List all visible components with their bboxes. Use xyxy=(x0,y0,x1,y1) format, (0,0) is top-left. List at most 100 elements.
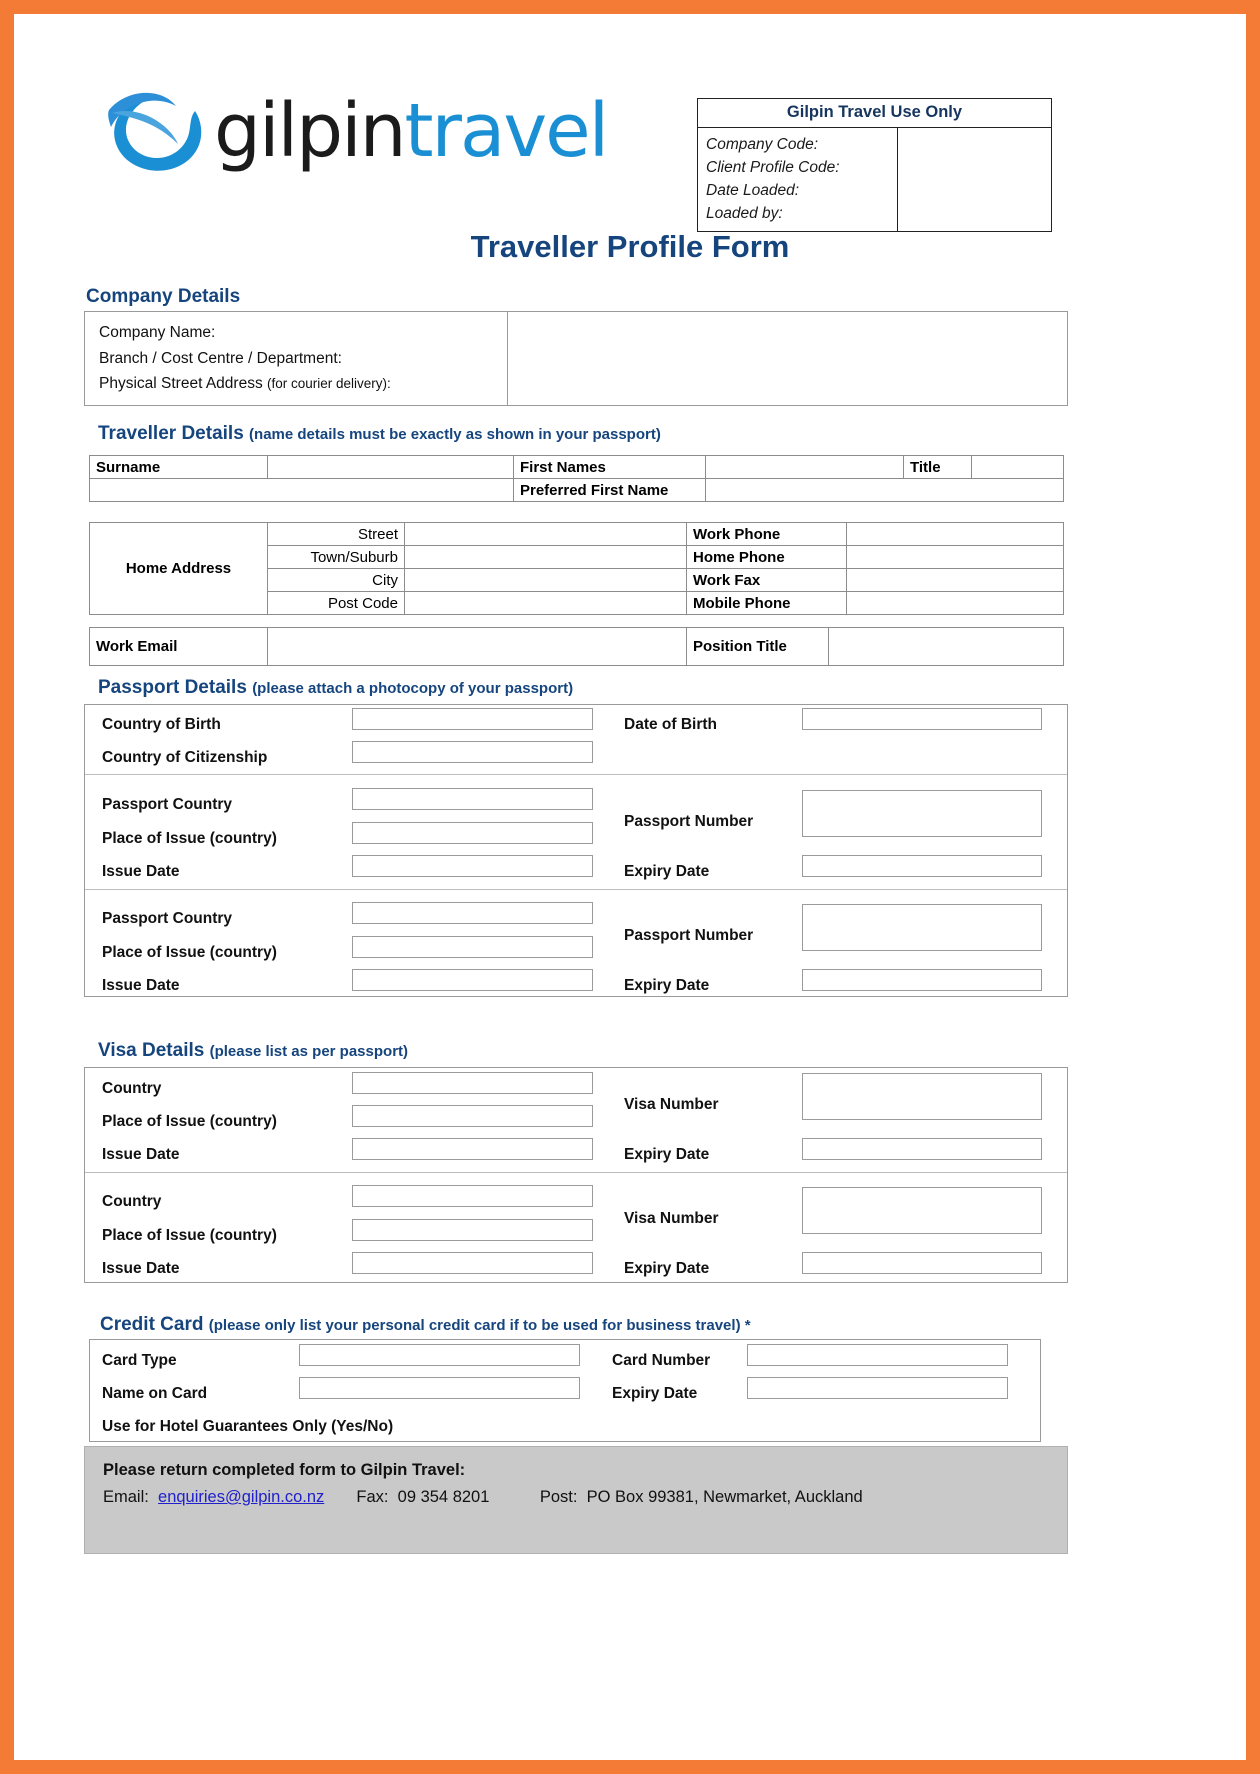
position-title-input[interactable] xyxy=(828,627,1064,666)
country-of-citizenship-input[interactable] xyxy=(352,741,593,763)
footer-contacts: Email: enquiries@gilpin.co.nz Fax: 09 35… xyxy=(103,1488,863,1507)
preferred-first-name-input[interactable] xyxy=(705,478,1064,502)
work-fax-input[interactable] xyxy=(846,568,1064,592)
passport-country-label-1: Passport Country xyxy=(102,796,233,813)
card-type-input[interactable] xyxy=(299,1344,580,1366)
visa-number-label-1: Visa Number xyxy=(624,1096,719,1113)
issue-date-input-2[interactable] xyxy=(352,969,593,991)
page-title: Traveller Profile Form xyxy=(470,229,790,264)
town-suburb-input[interactable] xyxy=(404,545,693,569)
visa-issue-date-label-1: Issue Date xyxy=(102,1146,180,1163)
visa-issue-date-input-1[interactable] xyxy=(352,1138,593,1160)
title-input[interactable] xyxy=(971,455,1064,479)
place-of-issue-label-1: Place of Issue (country) xyxy=(102,830,277,847)
passport-country-input-2[interactable] xyxy=(352,902,593,924)
use-only-label-date-loaded: Date Loaded: xyxy=(706,182,800,199)
work-email-table: Work Email xyxy=(89,627,693,666)
city-label: City xyxy=(267,568,405,592)
country-of-birth-input[interactable] xyxy=(352,708,593,730)
city-input[interactable] xyxy=(404,568,693,592)
first-names-input[interactable] xyxy=(705,455,904,479)
fax-value: 09 354 8201 xyxy=(397,1488,490,1506)
passport-number-input-2[interactable] xyxy=(802,904,1042,951)
use-only-label-client-profile-code: Client Profile Code: xyxy=(706,159,840,176)
post-code-input[interactable] xyxy=(404,591,693,615)
visa-country-label-1: Country xyxy=(102,1080,162,1097)
mobile-phone-input[interactable] xyxy=(846,591,1064,615)
home-address-table: Home Address Street Town/Suburb City Pos… xyxy=(89,522,693,615)
surname-input[interactable] xyxy=(267,455,514,479)
table-row: Position Title xyxy=(686,627,1064,666)
visa-expiry-date-input-1[interactable] xyxy=(802,1138,1042,1160)
card-number-label: Card Number xyxy=(612,1352,711,1369)
post-value: PO Box 99381, Newmarket, Auckland xyxy=(586,1488,863,1506)
email-link[interactable]: enquiries@gilpin.co.nz xyxy=(158,1488,324,1506)
place-of-issue-label-2: Place of Issue (country) xyxy=(102,944,277,961)
use-only-value-area[interactable] xyxy=(898,128,1051,231)
name-on-card-input[interactable] xyxy=(299,1377,580,1399)
visa-place-of-issue-input-2[interactable] xyxy=(352,1219,593,1241)
work-phone-input[interactable] xyxy=(846,522,1064,546)
visa-expiry-date-label-2: Expiry Date xyxy=(624,1260,710,1277)
card-number-input[interactable] xyxy=(747,1344,1008,1366)
physical-street-address-label: Physical Street Address (for courier del… xyxy=(99,375,391,392)
table-row: Home Phone xyxy=(686,545,1064,569)
use-only-labels: Company Code: Client Profile Code: Date … xyxy=(698,128,898,231)
branch-cost-centre-label: Branch / Cost Centre / Department: xyxy=(99,350,342,367)
preferred-first-name-label: Preferred First Name xyxy=(513,478,706,502)
section-heading-passport-details: Passport Details (please attach a photoc… xyxy=(98,677,574,698)
visa-place-of-issue-input-1[interactable] xyxy=(352,1105,593,1127)
use-only-title: Gilpin Travel Use Only xyxy=(698,99,1051,128)
table-row: Work Fax xyxy=(686,568,1064,592)
place-of-issue-input-1[interactable] xyxy=(352,822,593,844)
table-row: Home Address Street xyxy=(89,522,693,615)
visa-issue-date-input-2[interactable] xyxy=(352,1252,593,1274)
passport-number-input-1[interactable] xyxy=(802,790,1042,837)
expiry-date-label-1: Expiry Date xyxy=(624,863,710,880)
visa-country-input-2[interactable] xyxy=(352,1185,593,1207)
place-of-issue-input-2[interactable] xyxy=(352,936,593,958)
section-heading-company-details: Company Details xyxy=(86,286,241,307)
surname-row2-blank[interactable] xyxy=(89,478,514,502)
passport-divider-2 xyxy=(85,889,1067,890)
home-address-label: Home Address xyxy=(89,522,268,615)
work-email-input[interactable] xyxy=(267,627,693,666)
table-row: Preferred First Name xyxy=(89,478,1064,502)
passport-country-input-1[interactable] xyxy=(352,788,593,810)
visa-issue-date-label-2: Issue Date xyxy=(102,1260,180,1277)
logo-wordmark: gilpintravel xyxy=(214,88,610,174)
visa-number-input-1[interactable] xyxy=(802,1073,1042,1120)
expiry-date-input-1[interactable] xyxy=(802,855,1042,877)
use-only-label-loaded-by: Loaded by: xyxy=(706,205,783,222)
date-of-birth-input[interactable] xyxy=(802,708,1042,730)
passport-divider-1 xyxy=(85,774,1067,775)
email-label: Email: xyxy=(103,1488,149,1506)
work-phone-label: Work Phone xyxy=(686,522,847,546)
logo-text-travel: travel xyxy=(404,88,610,174)
fax-label: Fax: xyxy=(356,1488,389,1506)
return-instructions-footer: Please return completed form to Gilpin T… xyxy=(84,1446,1068,1554)
section-heading-traveller-details: Traveller Details (name details must be … xyxy=(98,423,661,444)
card-expiry-date-input[interactable] xyxy=(747,1377,1008,1399)
home-phone-label: Home Phone xyxy=(686,545,847,569)
home-phone-input[interactable] xyxy=(846,545,1064,569)
company-details-input-area[interactable] xyxy=(508,312,1067,405)
visa-place-of-issue-label-1: Place of Issue (country) xyxy=(102,1113,277,1130)
street-input[interactable] xyxy=(404,522,693,546)
position-title-table: Position Title xyxy=(686,627,1064,666)
company-name-label: Company Name: xyxy=(99,324,216,341)
post-label: Post: xyxy=(539,1488,578,1506)
visa-expiry-date-input-2[interactable] xyxy=(802,1252,1042,1274)
work-fax-label: Work Fax xyxy=(686,568,847,592)
table-row: Mobile Phone xyxy=(686,591,1064,615)
use-only-label-company-code: Company Code: xyxy=(706,136,819,153)
visa-number-input-2[interactable] xyxy=(802,1187,1042,1234)
street-label: Street xyxy=(267,522,405,546)
date-of-birth-label: Date of Birth xyxy=(624,716,717,733)
country-of-birth-label: Country of Birth xyxy=(102,716,221,733)
table-row: Surname First Names Title xyxy=(89,455,1064,479)
issue-date-input-1[interactable] xyxy=(352,855,593,877)
visa-country-input-1[interactable] xyxy=(352,1072,593,1094)
expiry-date-input-2[interactable] xyxy=(802,969,1042,991)
title-label: Title xyxy=(903,455,972,479)
